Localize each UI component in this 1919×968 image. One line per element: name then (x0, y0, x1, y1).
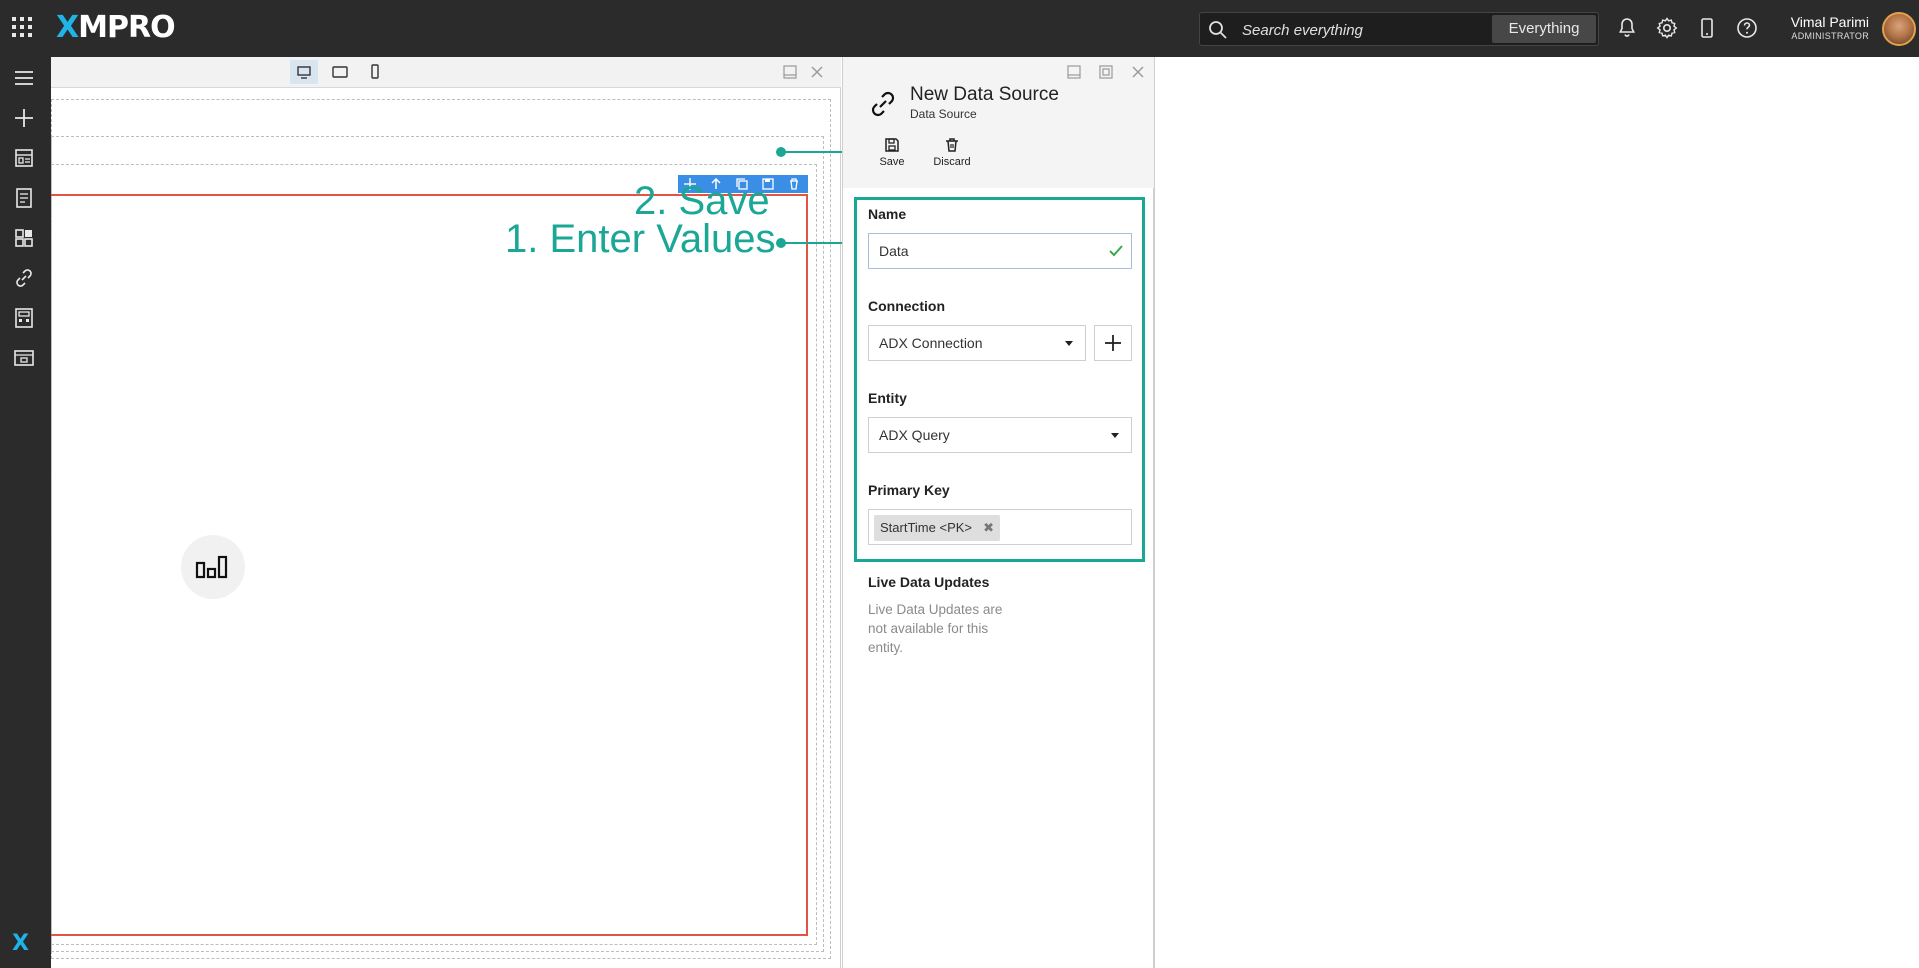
primary-key-tag: StartTime <PK> ✖ (874, 515, 1000, 541)
discard-button[interactable]: Discard (927, 137, 977, 168)
desktop-view-button[interactable] (290, 60, 318, 84)
panel-title: New Data Source (910, 84, 1059, 105)
design-canvas[interactable]: 2. Save 1. Enter Values (51, 57, 906, 968)
phone-icon (371, 64, 379, 79)
panel-maximize-icon[interactable] (1097, 63, 1115, 81)
chevron-down-icon (1065, 341, 1073, 346)
save-button[interactable]: Save (867, 137, 917, 168)
phone-view-button[interactable] (361, 60, 389, 84)
panel-close-icon[interactable] (1129, 63, 1147, 81)
tablet-icon (332, 66, 348, 78)
chevron-down-icon (1111, 433, 1119, 438)
bell-icon[interactable] (1615, 16, 1639, 40)
search-icon (1209, 21, 1227, 39)
avatar[interactable] (1882, 12, 1916, 46)
help-icon[interactable] (1735, 16, 1759, 40)
delete-icon[interactable] (787, 177, 801, 191)
user-info[interactable]: Vimal Parimi ADMINISTRATOR (1791, 14, 1869, 42)
calculator-icon[interactable] (11, 305, 37, 331)
entity-label: Entity (868, 390, 907, 406)
canvas-toolbar (51, 57, 841, 88)
app-launcher-icon[interactable] (12, 17, 36, 41)
app-logo[interactable]: XMPRO (56, 10, 176, 45)
live-updates-note: Live Data Updates are not available for … (868, 602, 1003, 655)
panel-header: New Data Source Data Source Save Discard (843, 57, 1154, 188)
save-icon (885, 138, 899, 152)
bar-chart-icon (195, 555, 228, 579)
entity-select[interactable]: ADX Query (868, 417, 1132, 453)
mobile-icon[interactable] (1695, 16, 1719, 40)
user-role: ADMINISTRATOR (1791, 31, 1869, 41)
primary-key-tag-label: StartTime <PK> (880, 520, 972, 535)
widget-icon[interactable] (11, 225, 37, 251)
name-field[interactable]: Data (868, 233, 1132, 269)
discard-label: Discard (933, 156, 971, 168)
connection-value: ADX Connection (879, 335, 983, 351)
connection-label: Connection (868, 298, 945, 314)
entity-value: ADX Query (879, 427, 950, 443)
logo-text: MPRO (78, 10, 175, 45)
left-nav: X (0, 57, 51, 968)
search-scope-dropdown[interactable]: Everything (1492, 15, 1596, 43)
close-icon[interactable] (808, 63, 826, 81)
search-input[interactable]: Search everything (1242, 22, 1363, 39)
page-layout-icon[interactable] (11, 145, 37, 171)
add-connection-button[interactable] (1094, 325, 1132, 361)
selected-element-frame[interactable] (51, 194, 808, 936)
live-updates-label: Live Data Updates (868, 574, 990, 590)
plus-icon[interactable] (11, 105, 37, 131)
trash-icon (946, 138, 958, 152)
save-label: Save (879, 156, 905, 168)
name-value: Data (879, 243, 909, 259)
link-icon[interactable] (11, 265, 37, 291)
name-label: Name (868, 206, 907, 222)
primary-key-label: Primary Key (868, 482, 950, 498)
check-icon (1109, 245, 1123, 257)
panel-subtitle: Data Source (910, 107, 977, 121)
user-name: Vimal Parimi (1790, 14, 1869, 30)
plus-icon (1105, 335, 1121, 351)
minimize-icon[interactable] (781, 63, 799, 81)
global-search[interactable]: Search everything Everything (1199, 12, 1599, 46)
panel-minimize-icon[interactable] (1065, 63, 1083, 81)
properties-panel: New Data Source Data Source Save Discard… (842, 57, 1155, 968)
annotation-enter-values: 1. Enter Values (505, 217, 776, 261)
remove-tag-icon[interactable]: ✖ (983, 515, 994, 541)
menu-icon[interactable] (11, 65, 37, 91)
gear-icon[interactable] (1655, 16, 1679, 40)
connection-select[interactable]: ADX Connection (868, 325, 1086, 361)
desktop-icon (297, 66, 311, 79)
chart-widget-placeholder[interactable] (181, 535, 245, 599)
tablet-view-button[interactable] (326, 60, 354, 84)
link-icon (871, 91, 895, 117)
recipe-icon[interactable] (11, 185, 37, 211)
primary-key-field[interactable]: StartTime <PK> ✖ (868, 509, 1132, 545)
top-bar: XMPRO Search everything Everything Vimal… (0, 0, 1919, 57)
template-icon[interactable] (11, 345, 37, 371)
xmpro-home-icon[interactable]: X (12, 931, 29, 956)
